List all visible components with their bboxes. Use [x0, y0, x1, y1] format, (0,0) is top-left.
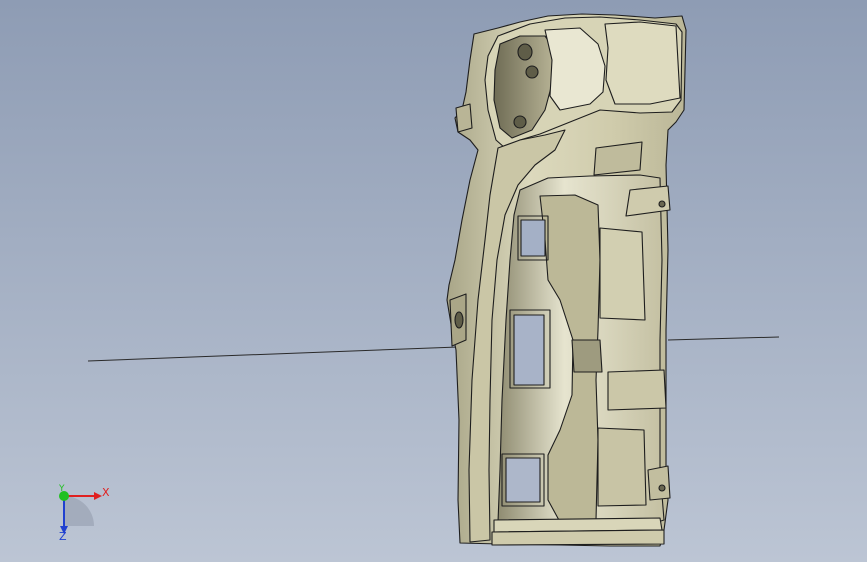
right-pocket-top	[593, 141, 643, 176]
triad-x-label: X	[102, 486, 110, 499]
reference-line-left	[87, 346, 459, 362]
cad-scene[interactable]	[0, 0, 867, 562]
window-left-2	[513, 314, 545, 386]
bottom-boss-hole	[658, 484, 666, 492]
right-boss-bottom	[647, 465, 671, 501]
upper-left-tab	[455, 103, 473, 133]
tab-hole	[658, 200, 666, 208]
right-rib-block-2	[607, 369, 667, 411]
reference-line-right	[667, 336, 780, 341]
triad-shadow	[64, 496, 94, 526]
right-rib-block-1	[599, 227, 646, 321]
part-model	[446, 13, 687, 547]
triad-z-label: Z	[59, 530, 67, 543]
window-left-3	[505, 457, 541, 503]
triad-y-label: Y	[59, 484, 65, 494]
right-rib-block-3	[597, 427, 647, 507]
center-cylinder	[571, 339, 603, 373]
head-bolt-hole-1	[517, 43, 533, 61]
window-left-1	[520, 219, 546, 257]
head-bolt-hole-2	[525, 65, 539, 79]
left-boss-hole	[454, 311, 464, 329]
graphics-viewport[interactable]: X Y Z	[0, 0, 867, 562]
head-bolt-hole-3	[513, 115, 527, 129]
head-right-face	[604, 21, 681, 105]
triad-x-arrow	[94, 492, 102, 500]
base-rail-2	[491, 529, 665, 546]
